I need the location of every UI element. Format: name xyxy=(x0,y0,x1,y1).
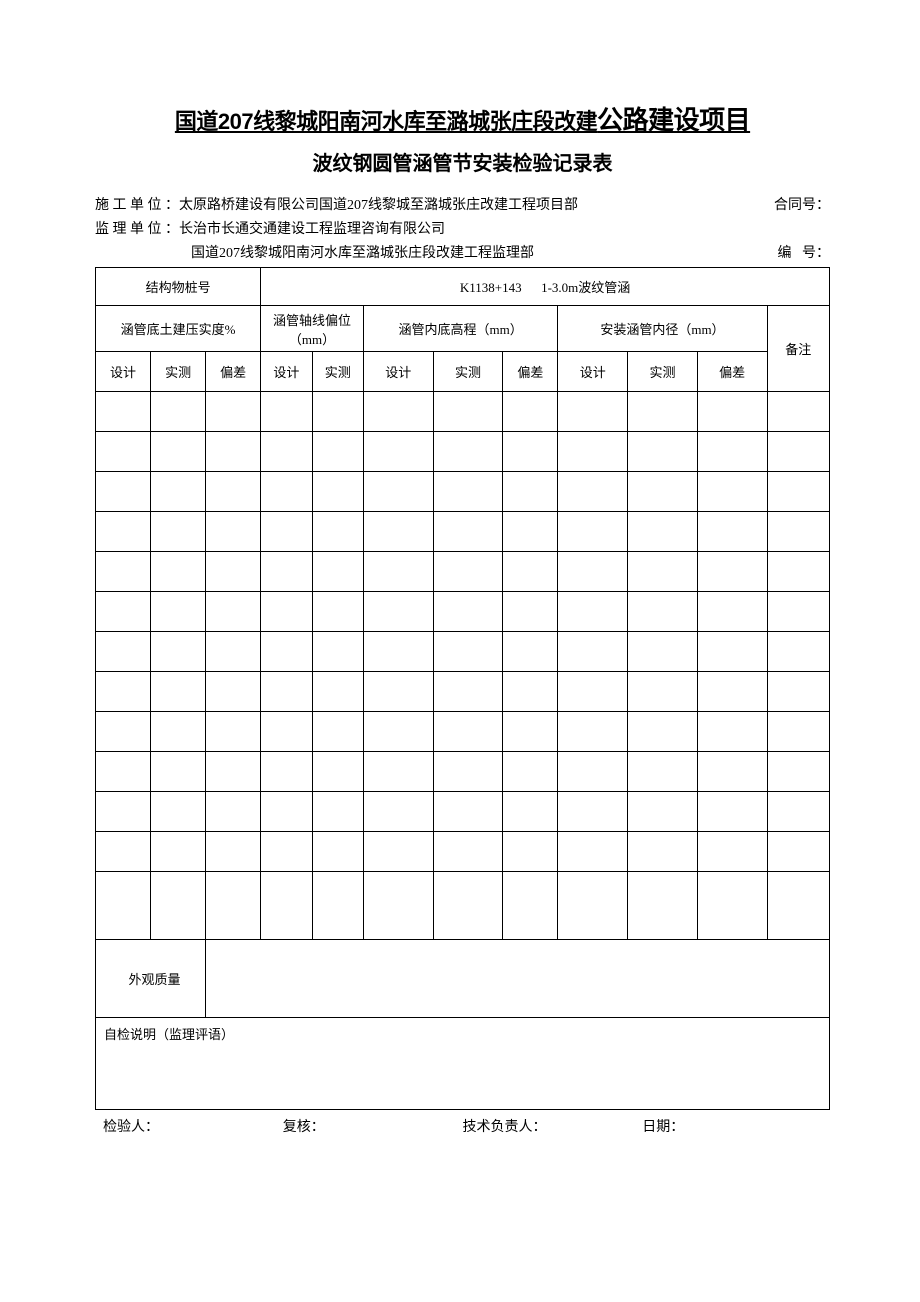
meta-supervision-row2: 国道207线黎城阳南河水库至潞城张庄段改建工程监理部 编 号： xyxy=(95,242,830,266)
col-g1-deviation: 偏差 xyxy=(206,352,261,392)
table-row xyxy=(96,392,830,432)
table-row xyxy=(96,712,830,752)
appearance-quality-value xyxy=(206,940,830,1018)
group1-header: 涵管底土建压实度% xyxy=(96,306,261,352)
construction-unit-value: 太原路桥建设有限公司国道207线黎城至潞城张庄改建工程项目部 xyxy=(179,194,578,218)
appearance-row: 外观质量 xyxy=(96,940,830,1018)
title-part2: 公路建设项目 xyxy=(597,105,750,135)
table-row xyxy=(96,792,830,832)
col-g2-measured: 实测 xyxy=(312,352,363,392)
structure-pile-label: 结构物桩号 xyxy=(96,268,261,306)
remark-header: 备注 xyxy=(767,306,829,392)
table-row xyxy=(96,432,830,472)
col-g2-design: 设计 xyxy=(261,352,312,392)
inspector-label: 检验人： xyxy=(103,1116,283,1136)
group4-header: 安装涵管内径（mm） xyxy=(558,306,767,352)
footer-signatures: 检验人： 复核： 技术负责人： 日期： xyxy=(95,1116,830,1136)
header-row-3: 设计 实测 偏差 设计 实测 设计 实测 偏差 设计 实测 偏差 xyxy=(96,352,830,392)
header-row-1: 结构物桩号 K1138+143 1-3.0m波纹管涵 xyxy=(96,268,830,306)
col-g4-deviation: 偏差 xyxy=(697,352,767,392)
contract-number-label: 合同号： xyxy=(774,194,830,218)
date-label: 日期： xyxy=(642,1116,822,1136)
table-row xyxy=(96,472,830,512)
table-row xyxy=(96,832,830,872)
appearance-quality-label: 外观质量 xyxy=(96,940,206,1018)
table-row xyxy=(96,512,830,552)
supervision-unit-line2: 国道207线黎城阳南河水库至潞城张庄段改建工程监理部 xyxy=(191,242,534,266)
title-part1: 国道207线黎城阳南河水库至潞城张庄段改建 xyxy=(175,109,597,134)
structure-pile-value: K1138+143 1-3.0m波纹管涵 xyxy=(261,268,830,306)
col-g4-measured: 实测 xyxy=(628,352,698,392)
table-row xyxy=(96,592,830,632)
table-row xyxy=(96,632,830,672)
meta-supervision-row: 监 理 单 位 ： 长治市长通交通建设工程监理咨询有限公司 xyxy=(95,218,830,242)
code-number-label: 编 号： xyxy=(778,242,831,266)
inspection-table: 结构物桩号 K1138+143 1-3.0m波纹管涵 涵管底土建压实度% 涵管轴… xyxy=(95,267,830,1110)
group3-header: 涵管内底高程（mm） xyxy=(363,306,557,352)
col-g3-deviation: 偏差 xyxy=(503,352,558,392)
reviewer-label: 复核： xyxy=(283,1116,463,1136)
table-row xyxy=(96,672,830,712)
document-title-line2: 波纹钢圆管涵管节安装检验记录表 xyxy=(95,147,830,176)
tech-lead-label: 技术负责人： xyxy=(463,1116,643,1136)
group2-header: 涵管轴线偏位（mm） xyxy=(261,306,364,352)
supervision-unit-value: 长治市长通交通建设工程监理咨询有限公司 xyxy=(179,218,445,242)
col-g4-design: 设计 xyxy=(558,352,628,392)
self-inspection-comment: 自检说明（监理评语） xyxy=(96,1018,830,1110)
col-g3-measured: 实测 xyxy=(433,352,503,392)
comment-row: 自检说明（监理评语） xyxy=(96,1018,830,1110)
meta-construction-row: 施 工 单 位 ： 太原路桥建设有限公司国道207线黎城至潞城张庄改建工程项目部… xyxy=(95,194,830,218)
table-row-tall xyxy=(96,872,830,940)
table-row xyxy=(96,552,830,592)
header-row-2: 涵管底土建压实度% 涵管轴线偏位（mm） 涵管内底高程（mm） 安装涵管内径（m… xyxy=(96,306,830,352)
col-g1-measured: 实测 xyxy=(151,352,206,392)
table-row xyxy=(96,752,830,792)
supervision-unit-label: 监 理 单 位 ： xyxy=(95,218,179,242)
document-title-line1: 国道207线黎城阳南河水库至潞城张庄段改建公路建设项目 xyxy=(95,100,830,137)
col-g3-design: 设计 xyxy=(363,352,433,392)
col-g1-design: 设计 xyxy=(96,352,151,392)
construction-unit-label: 施 工 单 位 ： xyxy=(95,194,179,218)
